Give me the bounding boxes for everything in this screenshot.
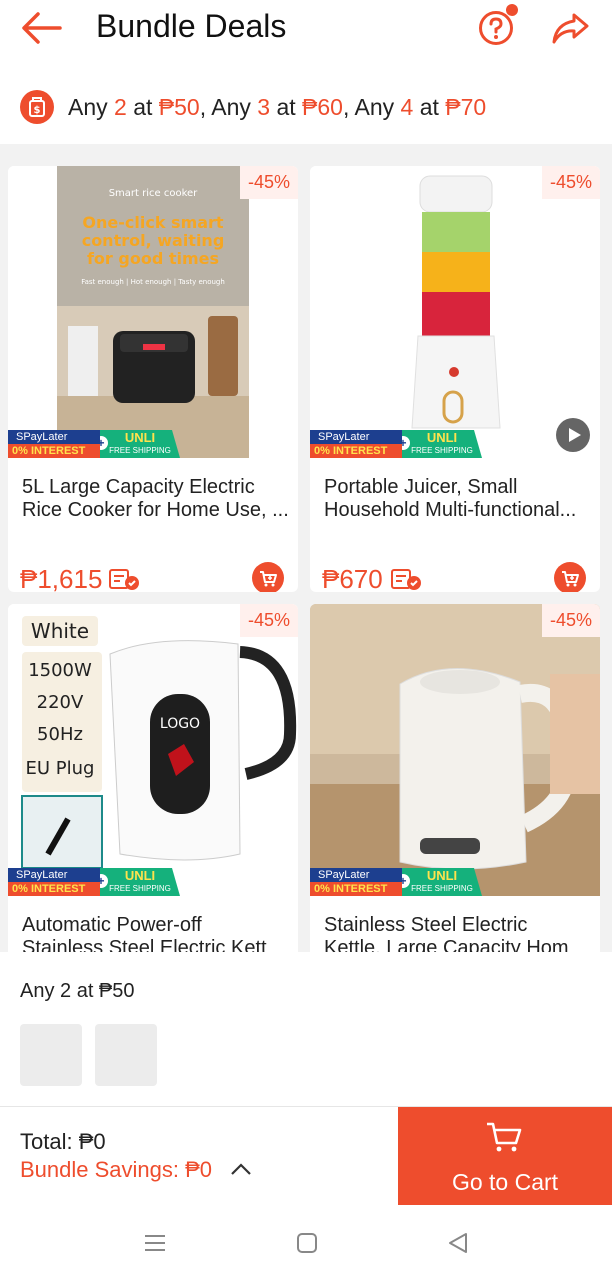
bundle-promo-bar: $ Any 2 at ₱50, Any 3 at ₱60, Any 4 at ₱… bbox=[0, 74, 612, 144]
svg-text:1500W: 1500W bbox=[28, 660, 92, 681]
home-square-icon[interactable] bbox=[294, 1230, 320, 1256]
product-price: ₱1,615 bbox=[20, 564, 103, 592]
chevron-up-icon[interactable] bbox=[230, 1161, 252, 1177]
free-shipping-badge: + UNLI FREE SHIPPING bbox=[402, 868, 482, 896]
svg-text:for good times: for good times bbox=[87, 249, 219, 268]
bundle-title: Any 2 at ₱50 bbox=[20, 980, 135, 1002]
product-price: ₱670 bbox=[322, 564, 383, 592]
promo-badges: SPayLater 0% INTEREST + UNLI FREE SHIPPI… bbox=[8, 868, 298, 896]
system-nav-bar bbox=[0, 1206, 612, 1280]
cart-icon bbox=[487, 1122, 522, 1152]
spaylater-badge: SPayLater 0% INTEREST bbox=[310, 430, 408, 458]
promo-badges: SPayLater 0% INTEREST + UNLI FREE SHIPPI… bbox=[310, 868, 600, 896]
bundle-selection-panel: Any 2 at ₱50 bbox=[0, 952, 612, 1106]
product-name: Stainless Steel Electric Kettle, Large C… bbox=[324, 914, 569, 952]
spaylater-badge: SPayLater 0% INTEREST bbox=[8, 430, 106, 458]
svg-text:control, waiting: control, waiting bbox=[82, 231, 225, 250]
discount-badge: -45% bbox=[239, 604, 298, 637]
spaylater-badge: SPayLater 0% INTEREST bbox=[310, 868, 408, 896]
back-arrow-icon[interactable] bbox=[20, 10, 64, 46]
bundle-savings[interactable]: Bundle Savings: ₱0 bbox=[20, 1157, 212, 1183]
help-button[interactable] bbox=[478, 4, 518, 46]
cart-plus-icon bbox=[260, 571, 277, 587]
product-card[interactable]: -45% SPayLater 0% INTEREST + UNLI FREE S… bbox=[310, 604, 600, 952]
discount-badge: -45% bbox=[239, 166, 298, 199]
bundle-slot-empty bbox=[20, 1024, 82, 1086]
product-image bbox=[310, 604, 600, 896]
go-to-cart-button[interactable]: Go to Cart bbox=[398, 1107, 612, 1205]
discount-badge: -45% bbox=[541, 166, 600, 199]
free-shipping-badge: + UNLI FREE SHIPPING bbox=[402, 430, 482, 458]
bundle-tiers-text: Any 2 at ₱50, Any 3 at ₱60, Any 4 at ₱70 bbox=[68, 94, 487, 120]
add-to-cart-button[interactable] bbox=[554, 562, 586, 592]
notification-dot bbox=[506, 4, 518, 16]
free-shipping-badge: + UNLI FREE SHIPPING bbox=[100, 430, 180, 458]
product-image: White 1500W 220V 50Hz EU Plug LOGO bbox=[8, 604, 298, 896]
total-price: Total: ₱0 bbox=[20, 1129, 106, 1154]
svg-text:LOGO: LOGO bbox=[160, 716, 200, 732]
svg-text:EU Plug: EU Plug bbox=[26, 758, 95, 779]
product-card[interactable]: Smart rice cooker One-click smart contro… bbox=[8, 166, 298, 592]
product-name: Portable Juicer, Small Household Multi-f… bbox=[324, 476, 577, 521]
cart-plus-icon bbox=[562, 571, 579, 587]
top-header: Bundle Deals bbox=[0, 0, 612, 74]
product-card[interactable]: White 1500W 220V 50Hz EU Plug LOGO -45% … bbox=[8, 604, 298, 952]
svg-text:220V: 220V bbox=[37, 692, 84, 713]
svg-text:One-click smart: One-click smart bbox=[82, 213, 224, 232]
svg-text:$: $ bbox=[34, 105, 41, 116]
product-name: Automatic Power-off Stainless Steel Elec… bbox=[22, 914, 267, 952]
bundle-tag-icon: $ bbox=[20, 90, 54, 124]
installment-check-icon bbox=[109, 569, 139, 590]
free-shipping-badge: + UNLI FREE SHIPPING bbox=[100, 868, 180, 896]
product-image bbox=[310, 166, 600, 458]
product-card[interactable]: -45% SPayLater 0% INTEREST + UNLI FREE S… bbox=[310, 166, 600, 592]
svg-text:Fast enough | Hot enough | Tas: Fast enough | Hot enough | Tasty enough bbox=[81, 278, 225, 286]
menu-icon[interactable] bbox=[142, 1230, 168, 1256]
product-grid: Smart rice cooker One-click smart contro… bbox=[0, 144, 612, 952]
svg-text:50Hz: 50Hz bbox=[37, 724, 83, 745]
promo-badges: SPayLater 0% INTEREST + UNLI FREE SHIPPI… bbox=[310, 430, 600, 458]
product-image: Smart rice cooker One-click smart contro… bbox=[8, 166, 298, 458]
back-triangle-icon[interactable] bbox=[446, 1230, 472, 1256]
add-to-cart-button[interactable] bbox=[252, 562, 284, 592]
installment-check-icon bbox=[391, 569, 421, 590]
checkout-footer: Total: ₱0 Bundle Savings: ₱0 Go to Cart bbox=[0, 1106, 612, 1206]
share-icon[interactable] bbox=[550, 10, 590, 46]
page-title: Bundle Deals bbox=[96, 8, 287, 44]
discount-badge: -45% bbox=[541, 604, 600, 637]
spaylater-badge: SPayLater 0% INTEREST bbox=[8, 868, 106, 896]
svg-text:Smart rice cooker: Smart rice cooker bbox=[109, 188, 198, 199]
product-name: 5L Large Capacity Electric Rice Cooker f… bbox=[22, 476, 289, 521]
bundle-slot-empty bbox=[95, 1024, 157, 1086]
svg-text:White: White bbox=[31, 619, 89, 643]
promo-badges: SPayLater 0% INTEREST + UNLI FREE SHIPPI… bbox=[8, 430, 298, 458]
